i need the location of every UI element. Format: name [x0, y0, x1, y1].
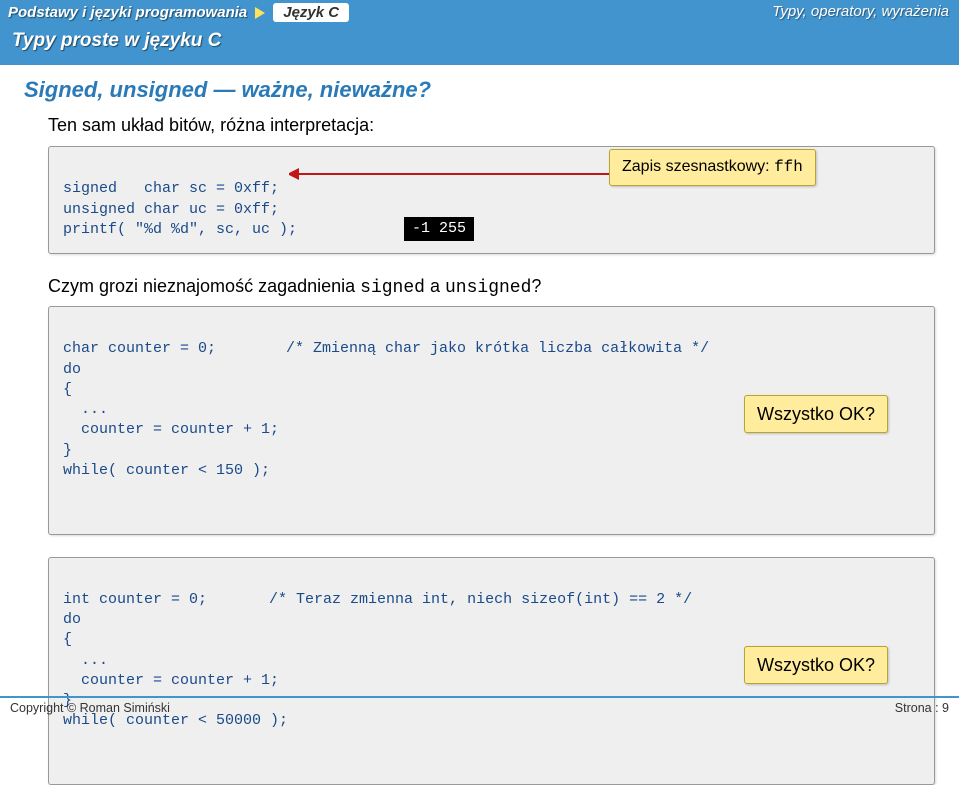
footer: Copyright © Roman Simiński Strona : 9 — [0, 696, 959, 719]
question-mono-1: signed — [360, 278, 425, 298]
breadcrumb-item-2: Język C — [273, 3, 349, 22]
code-line: do — [63, 611, 81, 628]
code-comment: /* Teraz zmienna int, niech sizeof(int) … — [269, 591, 692, 608]
code-line: ... — [63, 652, 108, 669]
code-line: while( counter < 150 ); — [63, 462, 270, 479]
code-line: { — [63, 381, 72, 398]
code-block-1: signed char sc = 0xff; unsigned char uc … — [48, 146, 935, 254]
code-line: printf( "%d %d", sc, uc ); — [63, 221, 297, 238]
code-line: int counter = 0; — [63, 591, 207, 608]
chevron-right-icon — [253, 6, 267, 20]
code-line: } — [63, 442, 72, 459]
code-line: { — [63, 631, 72, 648]
code-line: signed char sc = 0xff; — [63, 180, 279, 197]
breadcrumb-item-1: Podstawy i języki programowania — [8, 4, 247, 21]
code-line: counter = counter + 1; — [63, 421, 279, 438]
question-text: Czym grozi nieznajomość zagadnienia sign… — [48, 276, 935, 298]
question-mid: a — [425, 276, 445, 296]
footer-right: Strona : 9 — [895, 701, 949, 715]
question-suffix: ? — [531, 276, 541, 296]
code-line: do — [63, 361, 81, 378]
code-line: unsigned char uc = 0xff; — [63, 201, 279, 218]
code-line: counter = counter + 1; — [63, 672, 279, 689]
page-title: Signed, unsigned — ważne, nieważne? — [24, 77, 935, 103]
annotation-ok-1: Wszystko OK? — [744, 395, 888, 433]
annotation-ok-2: Wszystko OK? — [744, 646, 888, 684]
header-right-text: Typy, operatory, wyrażenia — [772, 3, 949, 20]
arrow-icon — [289, 161, 619, 187]
intro-text: Ten sam układ bitów, różna interpretacja… — [48, 115, 935, 136]
code-line: ... — [63, 401, 108, 418]
question-mono-2: unsigned — [445, 278, 531, 298]
header-bar: Podstawy i języki programowania Język C … — [0, 0, 959, 65]
annotation-text: Zapis szesnastkowy: — [622, 158, 774, 175]
code-comment: /* Zmienną char jako krótka liczba całko… — [286, 340, 709, 357]
terminal-output: -1 255 — [404, 217, 474, 241]
code-line: char counter = 0; — [63, 340, 216, 357]
footer-left: Copyright © Roman Simiński — [10, 701, 170, 715]
subheader: Typy proste w języku C — [0, 22, 959, 52]
code-block-3: int counter = 0; /* Teraz zmienna int, ni… — [48, 557, 935, 785]
annotation-hex: Zapis szesnastkowy: ffh — [609, 149, 816, 186]
code-block-2: char counter = 0; /* Zmienną char jako kr… — [48, 306, 935, 535]
content: Signed, unsigned — ważne, nieważne? Ten … — [0, 65, 959, 785]
annotation-mono: ffh — [774, 158, 803, 176]
